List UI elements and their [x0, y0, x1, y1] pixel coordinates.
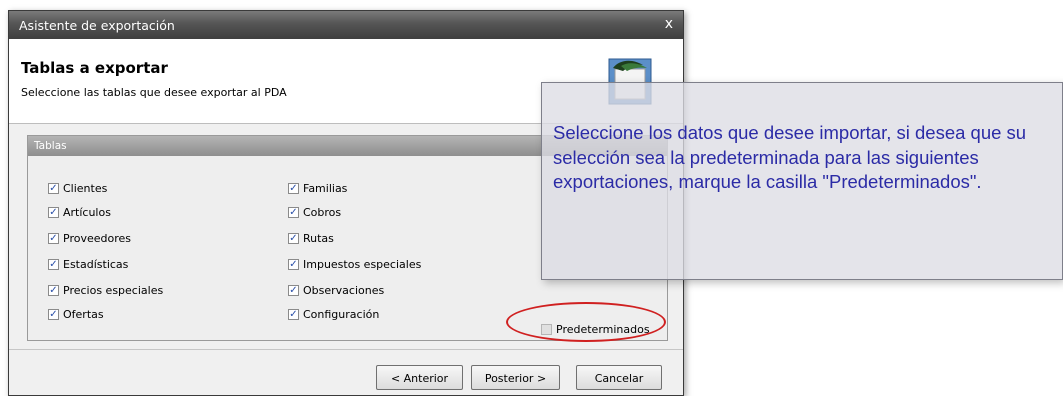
checkbox-checked-icon: ✓	[288, 309, 299, 320]
checkbox-checked-icon: ✓	[288, 285, 299, 296]
tables-group-label: Tablas	[34, 140, 67, 152]
checkbox-checked-icon: ✓	[288, 207, 299, 218]
callout-text: Seleccione los datos que desee importar,…	[553, 122, 1027, 192]
checkbox-checked-icon: ✓	[288, 259, 299, 270]
checkbox-checked-icon: ✓	[48, 285, 59, 296]
checkbox-label: Precios especiales	[63, 284, 164, 297]
back-button[interactable]: < Anterior	[376, 365, 463, 390]
checkbox-label: Proveedores	[63, 232, 131, 245]
checkbox-checked-icon: ✓	[48, 259, 59, 270]
tooltip-callout: Seleccione los datos que desee importar,…	[541, 82, 1063, 280]
highlight-ring	[506, 302, 666, 342]
close-icon[interactable]: x	[665, 16, 673, 32]
checkbox-checked-icon: ✓	[288, 183, 299, 194]
checkbox-checked-icon: ✓	[48, 207, 59, 218]
checkbox-checked-icon: ✓	[48, 309, 59, 320]
checkbox-label: Configuración	[303, 308, 380, 321]
checkbox-label: Estadísticas	[63, 258, 129, 271]
checkbox-label: Rutas	[303, 232, 334, 245]
next-button[interactable]: Posterior >	[471, 365, 560, 390]
checkbox-checked-icon: ✓	[48, 233, 59, 244]
checkbox-label: Familias	[303, 182, 348, 195]
checkbox-label: Observaciones	[303, 284, 385, 297]
page-title: Tablas a exportar	[21, 59, 168, 77]
checkbox-label: Cobros	[303, 206, 342, 219]
page-subtitle: Seleccione las tablas que desee exportar…	[21, 86, 287, 99]
footer-divider	[9, 349, 683, 350]
checkbox-label: Ofertas	[63, 308, 104, 321]
checkbox-label: Clientes	[63, 182, 108, 195]
cancel-button[interactable]: Cancelar	[576, 365, 662, 390]
checkbox-checked-icon: ✓	[48, 183, 59, 194]
checkbox-label: Impuestos especiales	[303, 258, 422, 271]
window-title: Asistente de exportación	[19, 18, 175, 33]
title-bar[interactable]: Asistente de exportación x	[9, 11, 683, 39]
checkbox-checked-icon: ✓	[288, 233, 299, 244]
checkbox-label: Artículos	[63, 206, 111, 219]
